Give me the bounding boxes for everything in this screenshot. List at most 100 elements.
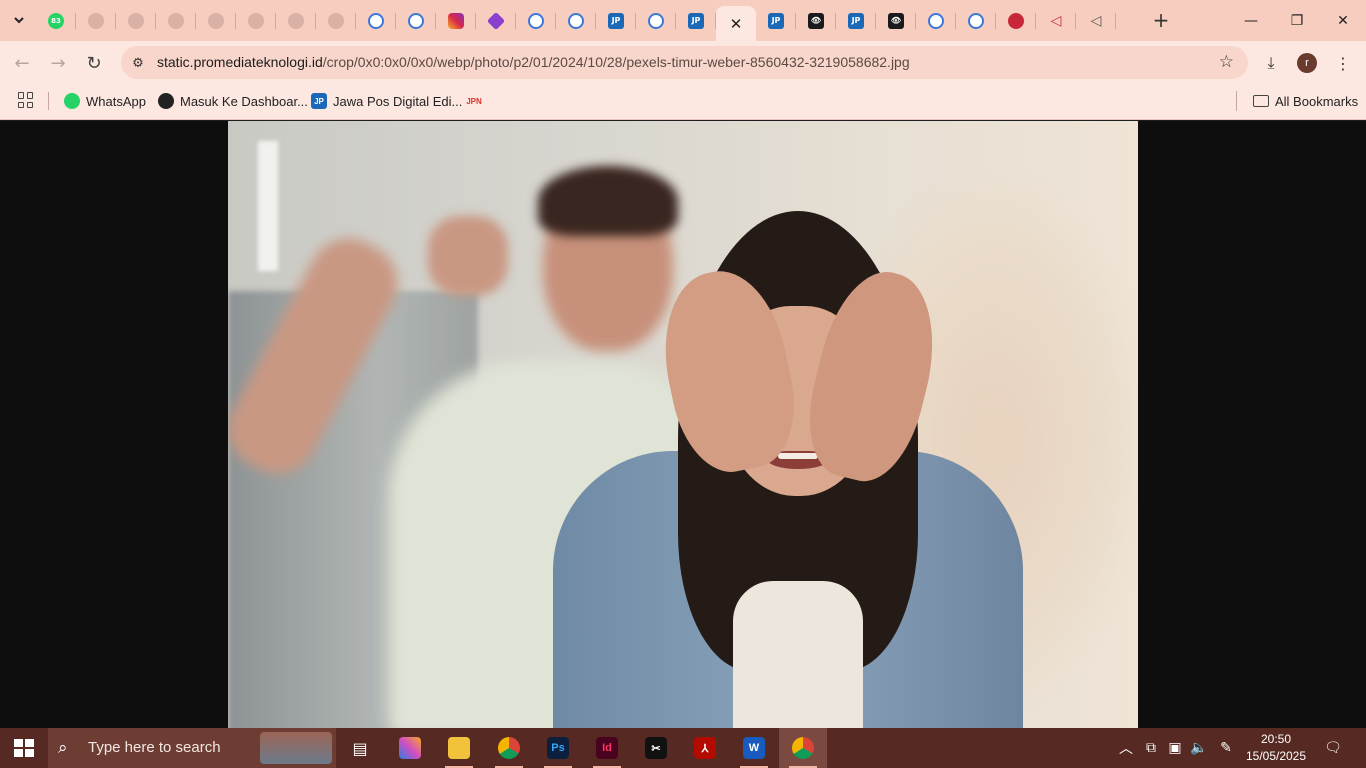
notification-icon[interactable]: 🗨 xyxy=(1320,728,1346,768)
new-tab-button[interactable]: + xyxy=(1150,8,1172,32)
blank-page-icon xyxy=(288,12,304,29)
tab-search-button[interactable] xyxy=(8,9,30,31)
tab[interactable] xyxy=(196,0,236,41)
bookmarks-bar: WhatsApp Masuk Ke Dashboar... JP Jawa Po… xyxy=(0,83,1366,120)
tab-google[interactable] xyxy=(916,0,956,41)
google-icon xyxy=(408,12,424,29)
network-icon[interactable]: ▣ xyxy=(1164,728,1186,768)
tab-jawapos[interactable]: JP xyxy=(596,0,636,41)
tab-red[interactable] xyxy=(996,0,1036,41)
blank-page-icon xyxy=(168,12,184,29)
tab-app[interactable] xyxy=(476,0,516,41)
tab-jawapos[interactable]: JP xyxy=(756,0,796,41)
eye-icon: 👁 xyxy=(808,12,824,29)
whatsapp-icon xyxy=(64,93,80,109)
chrome-profile-icon xyxy=(792,737,814,759)
bookmark-item[interactable]: WhatsApp xyxy=(64,91,146,111)
forward-button[interactable]: → xyxy=(45,50,71,76)
capcut-button[interactable]: ✂ xyxy=(632,728,680,768)
windows-taskbar: ⌕ Type here to search ▤ Ps Id ✂ ⅄ W ︿ ⧉ … xyxy=(0,728,1366,768)
tab-jawapos[interactable]: JP xyxy=(676,0,716,41)
google-icon xyxy=(968,12,984,29)
reload-button[interactable]: ↻ xyxy=(81,50,107,76)
bookmark-star-icon[interactable]: ☆ xyxy=(1219,52,1234,72)
word-icon: W xyxy=(743,737,765,759)
browser-toolbar: ← → ↻ ⚙ static.promediateknologi.id/crop… xyxy=(0,41,1366,83)
taskbar-search[interactable]: ⌕ Type here to search xyxy=(48,728,336,768)
apps-grid-icon[interactable] xyxy=(18,92,34,108)
windows-start-icon[interactable] xyxy=(14,739,34,757)
blank-page-icon xyxy=(328,12,344,29)
displayed-photo[interactable] xyxy=(228,121,1138,728)
tab-google[interactable] xyxy=(556,0,596,41)
meet-now-icon[interactable]: ⧉ xyxy=(1140,728,1162,768)
url-text[interactable]: static.promediateknologi.id/crop/0x0:0x0… xyxy=(157,54,910,70)
tab-google[interactable] xyxy=(516,0,556,41)
acrobat-icon: ⅄ xyxy=(694,737,716,759)
tab-jawapos[interactable]: JP xyxy=(836,0,876,41)
chrome-profile-button[interactable] xyxy=(779,728,827,768)
all-bookmarks-button[interactable]: All Bookmarks xyxy=(1236,91,1358,111)
bookmark-item[interactable]: Masuk Ke Dashboar... xyxy=(158,91,308,111)
jawapos-icon: JP xyxy=(848,12,864,29)
google-icon xyxy=(528,12,544,29)
tab-list: 83 JP JP ✕ JP 👁 JP 👁 ◁ ◁ xyxy=(36,0,1116,41)
tab-google[interactable] xyxy=(636,0,676,41)
tab-google[interactable] xyxy=(956,0,996,41)
minimize-button[interactable]: — xyxy=(1228,0,1274,41)
tab-google[interactable] xyxy=(396,0,436,41)
avatar: r xyxy=(1297,53,1317,73)
pen-icon[interactable]: ✎ xyxy=(1214,728,1238,768)
photoshop-button[interactable]: Ps xyxy=(534,728,582,768)
address-bar[interactable]: ⚙ static.promediateknologi.id/crop/0x0:0… xyxy=(121,46,1248,79)
tab-triangle[interactable]: ◁ xyxy=(1036,0,1076,41)
tab-whatsapp[interactable]: 83 xyxy=(36,0,76,41)
app-icon xyxy=(486,11,506,30)
menu-button[interactable]: ⋮ xyxy=(1330,50,1356,76)
tab-triangle[interactable]: ◁ xyxy=(1076,0,1116,41)
profile-button[interactable]: r xyxy=(1294,50,1320,76)
bookmark-separator xyxy=(48,92,49,110)
tab[interactable] xyxy=(156,0,196,41)
jawapos-icon: JP xyxy=(688,12,704,29)
site-info-icon[interactable]: ⚙ xyxy=(129,54,147,72)
file-explorer-button[interactable] xyxy=(435,728,483,768)
tab-instagram[interactable] xyxy=(436,0,476,41)
system-clock[interactable]: 20:50 15/05/2025 xyxy=(1240,731,1312,765)
tab-active[interactable]: ✕ xyxy=(716,6,756,41)
tab[interactable] xyxy=(76,0,116,41)
back-button[interactable]: ← xyxy=(9,50,35,76)
google-icon xyxy=(648,12,664,29)
copilot-button[interactable] xyxy=(386,728,434,768)
folder-icon xyxy=(1253,95,1269,107)
search-highlight-image xyxy=(260,732,332,764)
chrome-button[interactable] xyxy=(485,728,533,768)
word-button[interactable]: W xyxy=(730,728,778,768)
tray-overflow-button[interactable]: ︿ xyxy=(1116,728,1136,768)
download-icon: ⤓ xyxy=(1267,53,1275,72)
acrobat-button[interactable]: ⅄ xyxy=(681,728,729,768)
close-icon[interactable]: ✕ xyxy=(730,15,743,33)
bookmark-item[interactable]: JP Jawa Pos Digital Edi... xyxy=(311,91,462,111)
tab[interactable] xyxy=(276,0,316,41)
tab[interactable] xyxy=(236,0,276,41)
task-view-button[interactable]: ▤ xyxy=(336,728,384,768)
bookmark-item[interactable]: JPN xyxy=(465,91,483,111)
indesign-icon: Id xyxy=(596,737,618,759)
page-viewport xyxy=(0,121,1366,728)
indesign-button[interactable]: Id xyxy=(583,728,631,768)
chrome-icon xyxy=(498,737,520,759)
capcut-icon: ✂ xyxy=(645,737,667,759)
tab[interactable] xyxy=(316,0,356,41)
restore-button[interactable]: ❐ xyxy=(1274,0,1320,41)
volume-icon[interactable]: 🔈 xyxy=(1188,728,1210,768)
google-icon xyxy=(568,12,584,29)
tab-google[interactable] xyxy=(356,0,396,41)
tab-eye[interactable]: 👁 xyxy=(876,0,916,41)
downloads-button[interactable]: ⤓ xyxy=(1258,50,1284,76)
tab-eye[interactable]: 👁 xyxy=(796,0,836,41)
jawapos-icon: JP xyxy=(608,12,624,29)
blank-page-icon xyxy=(208,12,224,29)
close-window-button[interactable]: ✕ xyxy=(1320,0,1366,41)
tab[interactable] xyxy=(116,0,156,41)
